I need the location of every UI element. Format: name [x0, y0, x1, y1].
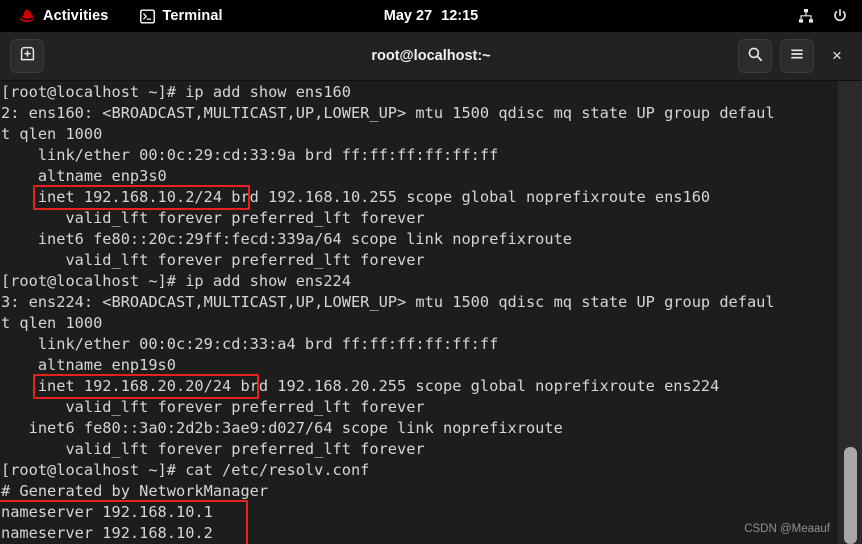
gnome-top-panel: Activities Terminal May 27 12:15	[0, 0, 862, 32]
terminal-line: # Generated by NetworkManager	[1, 482, 269, 500]
terminal-line: [root@localhost ~]# cat /etc/resolv.conf	[1, 461, 370, 479]
terminal-line: nameserver 192.168.10.2	[1, 524, 213, 542]
terminal-line: inet6 fe80::20c:29ff:fecd:339a/64 scope …	[1, 230, 572, 248]
terminal-line: inet6 fe80::3a0:2d2b:3ae9:d027/64 scope …	[1, 419, 563, 437]
app-menu-button[interactable]: Terminal	[131, 0, 231, 32]
close-button[interactable]: ×	[822, 39, 852, 73]
terminal-line: link/ether 00:0c:29:cd:33:a4 brd ff:ff:f…	[1, 335, 499, 353]
clock-area: May 27 12:15	[0, 0, 862, 32]
activities-button[interactable]: Activities	[9, 0, 117, 32]
terminal-line: t qlen 1000	[1, 314, 103, 332]
clock-date: May 27	[383, 8, 433, 24]
terminal-text: [root@localhost ~]# ip add show ens160 2:…	[0, 82, 838, 544]
terminal-line: nameserver 192.168.10.1	[1, 503, 213, 521]
terminal-line: valid_lft forever preferred_lft forever	[1, 440, 425, 458]
terminal-line: valid_lft forever preferred_lft forever	[1, 209, 425, 227]
window-title: root@localhost:~	[371, 48, 491, 64]
terminal-line: altname enp19s0	[1, 356, 176, 374]
terminal-titlebar: root@localhost:~ ×	[0, 32, 862, 81]
power-icon[interactable]	[826, 0, 854, 32]
terminal-line: 2: ens160: <BROADCAST,MULTICAST,UP,LOWER…	[1, 104, 775, 122]
clock-time: 12:15	[441, 8, 479, 24]
screen: Activities Terminal May 27 12:15 root@lo…	[0, 0, 862, 544]
app-menu-label: Terminal	[162, 8, 223, 24]
terminal-line: [root@localhost ~]# ip add show ens224	[1, 272, 351, 290]
system-tray	[792, 0, 854, 32]
terminal-line: valid_lft forever preferred_lft forever	[1, 398, 425, 416]
terminal-line: link/ether 00:0c:29:cd:33:9a brd ff:ff:f…	[1, 146, 499, 164]
search-button[interactable]	[738, 39, 772, 73]
terminal-line: 3: ens224: <BROADCAST,MULTICAST,UP,LOWER…	[1, 293, 775, 311]
terminal-line: valid_lft forever preferred_lft forever	[1, 251, 425, 269]
network-wired-icon[interactable]	[792, 0, 820, 32]
hamburger-menu-icon	[789, 46, 805, 67]
activities-label: Activities	[43, 8, 109, 24]
scrollbar-thumb[interactable]	[844, 447, 857, 544]
terminal-output-area[interactable]: [root@localhost ~]# ip add show ens160 2:…	[0, 81, 862, 544]
new-tab-icon	[19, 45, 36, 67]
titlebar-controls: ×	[738, 32, 862, 80]
terminal-icon	[140, 9, 156, 24]
terminal-line: altname enp3s0	[1, 167, 167, 185]
redhat-logo-icon	[18, 8, 36, 24]
terminal-scrollbar[interactable]	[838, 81, 862, 544]
terminal-line: inet 192.168.20.20/24 brd 192.168.20.255…	[1, 377, 720, 395]
clock-button[interactable]: May 27 12:15	[376, 8, 486, 24]
terminal-line: t qlen 1000	[1, 125, 103, 143]
terminal-line: [root@localhost ~]# ip add show ens160	[1, 83, 351, 101]
terminal-line: inet 192.168.10.2/24 brd 192.168.10.255 …	[1, 188, 711, 206]
terminal-window: root@localhost:~ × [root@localhost ~]# i…	[0, 32, 862, 544]
search-icon	[747, 46, 763, 67]
new-tab-button[interactable]	[10, 39, 44, 73]
menu-button[interactable]	[780, 39, 814, 73]
